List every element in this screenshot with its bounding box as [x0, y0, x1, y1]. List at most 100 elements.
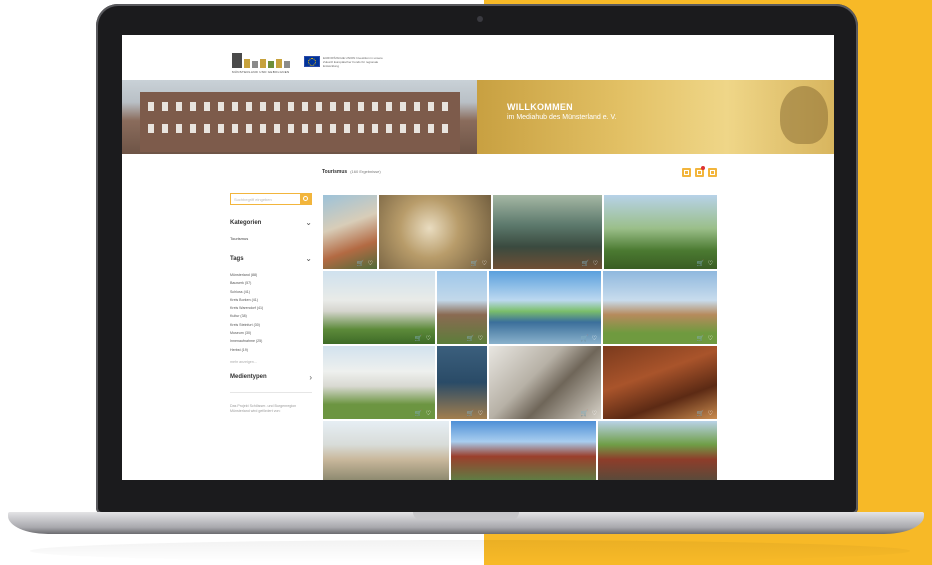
- castle-window: [330, 124, 336, 133]
- website-screen: MÜNSTERLAND UND GEBOLGNEN EUROPÄISCHE UN…: [122, 35, 834, 480]
- castle-window: [246, 124, 252, 133]
- tags-heading: Tags: [230, 255, 244, 262]
- castle-window: [386, 124, 392, 133]
- castle-window: [386, 102, 392, 111]
- cart-heart-icon[interactable]: 🛒 ♡: [414, 336, 432, 342]
- logo-bar: [232, 53, 242, 68]
- eu-funding-text: EUROPÄISCHE UNION Investition in unsere …: [323, 56, 383, 68]
- tags-toggle[interactable]: Tags ⌄: [230, 254, 312, 263]
- logo-mark: [232, 53, 290, 68]
- castle-window: [302, 124, 308, 133]
- show-more-link[interactable]: mehr anzeigen...: [230, 360, 315, 364]
- photo-tile-monastery[interactable]: [323, 421, 449, 480]
- funding-note: Das Projekt Schlösser- und Burgenregion …: [230, 403, 297, 413]
- tag-item[interactable]: Kreis Borken (41): [230, 296, 315, 304]
- site-logo[interactable]: MÜNSTERLAND UND GEBOLGNEN: [232, 53, 290, 75]
- castle-window: [260, 102, 266, 111]
- castle-window: [260, 124, 266, 133]
- cart-heart-icon[interactable]: 🛒 ♡: [466, 411, 484, 417]
- tag-item[interactable]: Schloss (41): [230, 288, 315, 296]
- photo-tile-silver-instrument[interactable]: 🛒 ♡: [489, 346, 601, 419]
- search-input[interactable]: Suchbegriff eingeben: [230, 193, 312, 205]
- search-placeholder: Suchbegriff eingeben: [234, 197, 272, 202]
- photo-tile-castle-brick[interactable]: 🛒 ♡: [323, 195, 377, 269]
- result-count: (160 Ergebnisse): [350, 169, 381, 174]
- filter-button[interactable]: [682, 168, 691, 177]
- cart-heart-icon[interactable]: 🛒 ♡: [356, 261, 374, 267]
- photo-tile-ornate-room[interactable]: 🛒 ♡: [493, 195, 602, 269]
- logo-bar: [268, 61, 274, 68]
- tag-item[interactable]: Bauwerk (57): [230, 279, 315, 287]
- hero-title: WILLKOMMEN: [507, 102, 573, 112]
- categories-heading: Kategorien: [230, 219, 262, 226]
- media-types-toggle[interactable]: Medientypen ›: [230, 373, 312, 382]
- photo-tile-blue-room[interactable]: 🛒 ♡: [437, 346, 487, 419]
- photo-tile-lake-pier[interactable]: 🛒 ♡: [489, 271, 601, 344]
- tag-item[interactable]: Kreis Steinfurt (30): [230, 321, 315, 329]
- castle-window: [288, 102, 294, 111]
- castle-window: [148, 124, 154, 133]
- search-icon[interactable]: [300, 193, 312, 205]
- photo-tile-white-palace[interactable]: 🛒 ♡: [323, 346, 435, 419]
- castle-window: [358, 124, 364, 133]
- tag-item[interactable]: Kreis Warendorf (41): [230, 304, 315, 312]
- media-grid: 🛒 ♡ 🛒 ♡ 🛒 ♡ 🛒 ♡ 🛒 ♡ 🛒 ♡ 🛒 ♡ 🛒 ♡ 🛒 ♡ 🛒 ♡ 🛒 ♡ 🛒 ♡: [323, 195, 719, 480]
- castle-window: [344, 102, 350, 111]
- laptop-notch: [413, 512, 519, 520]
- cart-heart-icon[interactable]: 🛒 ♡: [470, 261, 488, 267]
- media-types-heading: Medientypen: [230, 374, 267, 381]
- sidebar-divider: [230, 391, 312, 393]
- photo-tile-red-buildings[interactable]: [451, 421, 596, 480]
- castle-window: [302, 102, 308, 111]
- photo-tile-country-house[interactable]: 🛒 ♡: [603, 271, 717, 344]
- tag-item[interactable]: Museum (30): [230, 329, 315, 337]
- tag-item[interactable]: Münsterland (88): [230, 271, 315, 279]
- photo-tile-church-tower[interactable]: 🛒 ♡: [437, 271, 487, 344]
- tag-item[interactable]: Herbst (19): [230, 346, 315, 354]
- castle-window: [204, 124, 210, 133]
- logo-bar: [252, 61, 258, 68]
- grid-view-button[interactable]: [708, 168, 717, 177]
- castle-window: [400, 124, 406, 133]
- cart-heart-icon[interactable]: 🛒 ♡: [696, 336, 714, 342]
- hero-subtitle: im Mediahub des Münsterland e. V.: [507, 114, 617, 121]
- castle-window: [358, 102, 364, 111]
- cart-button[interactable]: [695, 166, 705, 177]
- chevron-right-icon: ›: [309, 372, 312, 382]
- cart-badge: [701, 166, 705, 170]
- chevron-down-icon: ⌄: [305, 218, 312, 227]
- chevron-down-icon: ⌄: [305, 254, 312, 263]
- cart-heart-icon[interactable]: 🛒 ♡: [580, 411, 598, 417]
- site-header: MÜNSTERLAND UND GEBOLGNEN EUROPÄISCHE UN…: [122, 35, 834, 80]
- castle-window: [274, 102, 280, 111]
- cart-heart-icon[interactable]: 🛒 ♡: [466, 336, 484, 342]
- tag-item[interactable]: Innenaufnahme (25): [230, 337, 315, 345]
- cart-heart-icon[interactable]: 🛒 ♡: [696, 411, 714, 417]
- tag-item[interactable]: Kultur (38): [230, 312, 315, 320]
- castle-window: [442, 102, 448, 111]
- castle-window: [414, 102, 420, 111]
- cart-heart-icon[interactable]: 🛒 ♡: [581, 261, 599, 267]
- castle-window: [204, 102, 210, 111]
- castle-window: [316, 102, 322, 111]
- cart-heart-icon[interactable]: 🛒 ♡: [696, 261, 714, 267]
- castle-facade: [140, 92, 460, 152]
- photo-tile-chandelier-hall[interactable]: 🛒 ♡: [379, 195, 491, 269]
- photo-tile-wooden-cabinet[interactable]: 🛒 ♡: [603, 346, 717, 419]
- castle-window: [372, 102, 378, 111]
- castle-window: [176, 102, 182, 111]
- photo-tile-park-castle[interactable]: 🛒 ♡: [604, 195, 717, 269]
- logo-bar: [276, 59, 282, 68]
- cart-heart-icon[interactable]: 🛒 ♡: [414, 411, 432, 417]
- categories-toggle[interactable]: Kategorien ⌄: [230, 218, 312, 227]
- photo-tile-brick-street[interactable]: [598, 421, 717, 480]
- photo-tile-white-manor[interactable]: 🛒 ♡: [323, 271, 435, 344]
- castle-window: [344, 124, 350, 133]
- category-item-tourismus[interactable]: Tourismus: [230, 236, 315, 241]
- tree-silhouette: [780, 86, 828, 144]
- castle-window: [330, 102, 336, 111]
- logo-bar: [244, 59, 250, 68]
- castle-window: [162, 102, 168, 111]
- cart-heart-icon[interactable]: 🛒 ♡: [580, 336, 598, 342]
- tag-list: Münsterland (88) Bauwerk (57) Schloss (4…: [230, 271, 315, 354]
